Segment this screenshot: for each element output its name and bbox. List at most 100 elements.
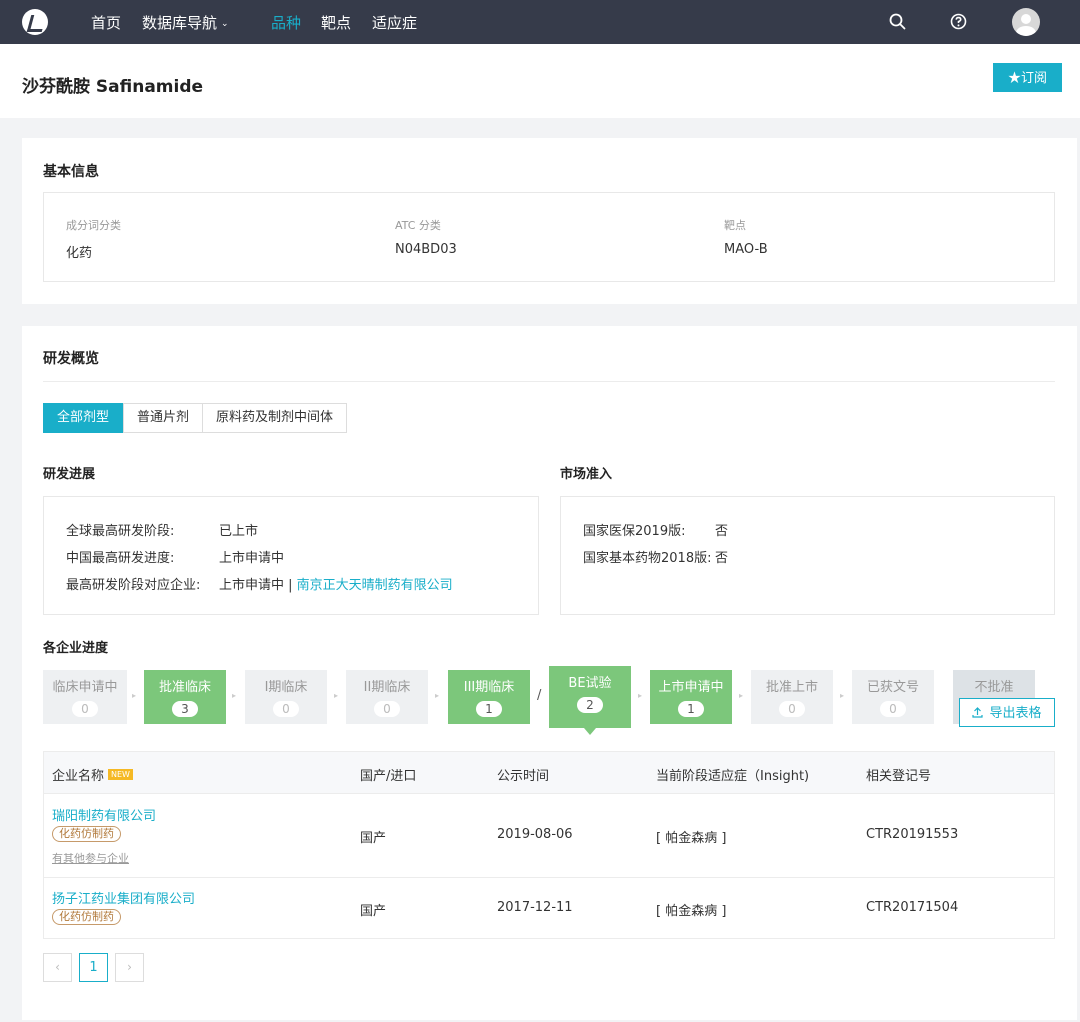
indication-link[interactable]: [ 帕金森病 ]	[656, 827, 726, 846]
nav-database[interactable]: 数据库导航 ⌄	[142, 12, 229, 33]
market-access-box: 国家医保2019版: 否 国家基本药物2018版: 否	[560, 496, 1055, 615]
stage-count: 0	[880, 701, 906, 717]
arrow-right-icon: ▸	[739, 691, 744, 700]
atc-value: N04BD03	[395, 242, 457, 257]
company-table: 企业名称 NEW 国产/进口 公示时间 当前阶段适应症（Insight) 相关登记…	[43, 751, 1055, 939]
stage-phase-3[interactable]: III期临床 1	[448, 670, 530, 724]
stage-count: 3	[172, 701, 198, 717]
global-stage-label: 全球最高研发阶段:	[66, 524, 175, 539]
china-stage-label: 中国最高研发进度:	[66, 551, 175, 566]
pagination-prev-button[interactable]: ‹	[43, 953, 72, 982]
origin-cell: 国产	[360, 904, 387, 919]
stage-market-application[interactable]: 上市申请中 1	[650, 670, 732, 724]
new-badge: NEW	[108, 769, 133, 780]
date-cell: 2017-12-11	[497, 900, 573, 915]
essential-drug-label: 国家基本药物2018版:	[583, 551, 712, 566]
stage-approval-number[interactable]: 已获文号 0	[852, 670, 934, 724]
drug-type-tag: 化药仿制药	[52, 826, 121, 842]
rd-overview-card: 研发概览 全部剂型 普通片剂 原料药及制剂中间体 研发进展 市场准入 全球最高研…	[22, 326, 1077, 1020]
ingredient-class-label: 成分词分类	[66, 219, 121, 232]
th-company: 企业名称 NEW	[52, 765, 133, 784]
stage-count: 1	[476, 701, 502, 717]
top-company-value: 上市申请中 | 南京正大天晴制药有限公司	[219, 574, 453, 593]
search-icon[interactable]	[889, 13, 906, 30]
stage-name: BE试验	[568, 676, 612, 691]
top-company-stage: 上市申请中 |	[219, 578, 297, 593]
th-indication: 当前阶段适应症（Insight)	[656, 769, 810, 784]
nav-indication[interactable]: 适应症	[372, 12, 417, 33]
upload-icon	[972, 707, 984, 718]
logo-icon[interactable]	[22, 9, 48, 35]
stage-phase-2[interactable]: II期临床 0	[346, 670, 428, 724]
stage-clinical-application[interactable]: 临床申请中 0	[43, 670, 127, 724]
stage-slash: /	[537, 688, 542, 703]
company-progress-heading: 各企业进度	[43, 641, 109, 656]
stage-name: 不批准	[974, 680, 1014, 695]
chevron-down-icon: ⌄	[221, 19, 229, 29]
avatar[interactable]	[1012, 8, 1040, 36]
stage-count: 2	[577, 697, 603, 713]
arrow-right-icon: ▸	[638, 691, 643, 700]
market-access-heading: 市场准入	[560, 467, 613, 482]
th-date: 公示时间	[497, 769, 550, 784]
pagination-next-button[interactable]: ›	[115, 953, 144, 982]
tab-api-intermediate[interactable]: 原料药及制剂中间体	[202, 403, 348, 433]
top-company-link[interactable]: 南京正大天晴制药有限公司	[297, 578, 453, 593]
top-nav: 首页 数据库导航 ⌄ 品种 靶点 适应症	[0, 0, 1080, 44]
stage-name: III期临床	[463, 680, 515, 695]
stage-count: 0	[779, 701, 805, 717]
stage-count: 0	[374, 701, 400, 717]
arrow-right-icon: ▸	[435, 691, 440, 700]
nav-home[interactable]: 首页	[91, 12, 121, 33]
stage-name: I期临床	[264, 680, 308, 695]
page-title: 沙芬酰胺 Safinamide	[22, 77, 204, 97]
china-stage-value: 上市申请中	[219, 551, 285, 566]
nav-drug[interactable]: 品种	[271, 12, 301, 33]
table-row: 扬子江药业集团有限公司 化药仿制药 国产 2017-12-11 [ 帕金森病 ]…	[44, 878, 1054, 938]
tab-tablet[interactable]: 普通片剂	[123, 403, 204, 433]
basic-info-box: 成分词分类 化药 ATC 分类 N04BD03 靶点 MAO-B	[43, 192, 1055, 282]
subscribe-button[interactable]: ★订阅	[993, 63, 1062, 92]
registration-link[interactable]: CTR20191553	[866, 827, 958, 842]
top-company-label: 最高研发阶段对应企业:	[66, 578, 201, 593]
stage-count: 1	[678, 701, 704, 717]
stage-count: 0	[72, 701, 98, 717]
stage-name: 批准临床	[158, 680, 211, 695]
company-link[interactable]: 扬子江药业集团有限公司	[52, 888, 195, 907]
rd-overview-heading: 研发概览	[43, 351, 99, 367]
th-company-label: 企业名称	[52, 769, 105, 784]
target-label: 靶点	[724, 219, 746, 232]
pagination-page-1[interactable]: 1	[79, 953, 108, 982]
divider	[43, 381, 1055, 382]
rd-progress-heading: 研发进展	[43, 467, 96, 482]
basic-info-card: 基本信息 成分词分类 化药 ATC 分类 N04BD03 靶点 MAO-B	[22, 138, 1077, 304]
stage-phase-1[interactable]: I期临床 0	[245, 670, 327, 724]
nav-target[interactable]: 靶点	[321, 12, 351, 33]
stage-clinical-approved[interactable]: 批准临床 3	[144, 670, 226, 724]
indication-link[interactable]: [ 帕金森病 ]	[656, 900, 726, 919]
essential-drug-value: 否	[715, 551, 729, 566]
stage-name: 已获文号	[866, 680, 919, 695]
other-companies-link[interactable]: 有其他参与企业	[52, 850, 129, 866]
global-stage-value: 已上市	[219, 524, 259, 539]
export-table-button[interactable]: 导出表格	[959, 698, 1055, 727]
company-link[interactable]: 瑞阳制药有限公司	[52, 805, 156, 824]
nav-database-label: 数据库导航	[142, 14, 218, 32]
export-label: 导出表格	[989, 705, 1042, 720]
stage-market-approved[interactable]: 批准上市 0	[751, 670, 833, 724]
atc-label: ATC 分类	[395, 219, 441, 232]
arrow-right-icon: ▸	[132, 691, 137, 700]
dosage-tabs: 全部剂型 普通片剂 原料药及制剂中间体	[43, 403, 348, 433]
arrow-right-icon: ▸	[840, 691, 845, 700]
table-header: 企业名称 NEW 国产/进口 公示时间 当前阶段适应症（Insight) 相关登记…	[44, 752, 1054, 794]
stage-name: II期临床	[363, 680, 411, 695]
th-origin: 国产/进口	[360, 769, 417, 784]
stage-be-trial[interactable]: BE试验 2	[549, 666, 631, 735]
tab-all-dosage[interactable]: 全部剂型	[43, 403, 124, 433]
arrow-right-icon: ▸	[334, 691, 339, 700]
help-icon[interactable]	[950, 13, 967, 30]
date-cell: 2019-08-06	[497, 827, 573, 842]
registration-link[interactable]: CTR20171504	[866, 900, 958, 915]
basic-info-heading: 基本信息	[43, 164, 99, 180]
target-value: MAO-B	[724, 242, 768, 257]
